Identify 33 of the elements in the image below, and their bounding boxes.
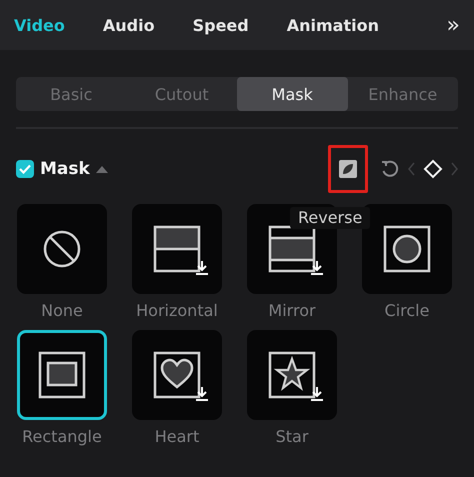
mask-option[interactable] [17, 330, 107, 420]
mask-label: None [41, 301, 83, 320]
tab[interactable]: Mask [237, 77, 348, 111]
mask-option[interactable] [362, 204, 452, 294]
tab[interactable]: Audio [102, 16, 155, 34]
tab[interactable]: Speed [192, 16, 249, 34]
horizontal-mask-icon [153, 225, 201, 273]
star-mask-icon [268, 351, 316, 399]
mask-label: Circle [384, 301, 430, 320]
reset-icon[interactable] [380, 159, 400, 179]
mask-label: Rectangle [22, 427, 102, 446]
mask-option[interactable] [247, 330, 337, 420]
mask-option[interactable] [132, 330, 222, 420]
none-icon [42, 229, 82, 269]
tab[interactable]: Video [14, 16, 65, 34]
keyframe-icon[interactable] [423, 159, 443, 179]
circle-mask-icon [383, 225, 431, 273]
section-label: Mask [40, 159, 90, 179]
checkbox[interactable] [16, 160, 34, 178]
mask-label: Horizontal [136, 301, 218, 320]
heart-mask-icon [153, 351, 201, 399]
more-tabs-button[interactable]: » [446, 12, 460, 38]
tooltip: Reverse [290, 207, 370, 229]
mirror-mask-icon [268, 225, 316, 273]
reverse-icon[interactable] [339, 160, 357, 178]
mask-label: Mirror [268, 301, 316, 320]
mask-label: Star [276, 427, 308, 446]
rectangle-mask-icon [38, 351, 86, 399]
tab[interactable]: Animation [286, 16, 379, 34]
mask-option[interactable] [17, 204, 107, 294]
mask-option[interactable] [132, 204, 222, 294]
mask-label: Heart [154, 427, 200, 446]
caret-icon[interactable] [96, 166, 108, 172]
